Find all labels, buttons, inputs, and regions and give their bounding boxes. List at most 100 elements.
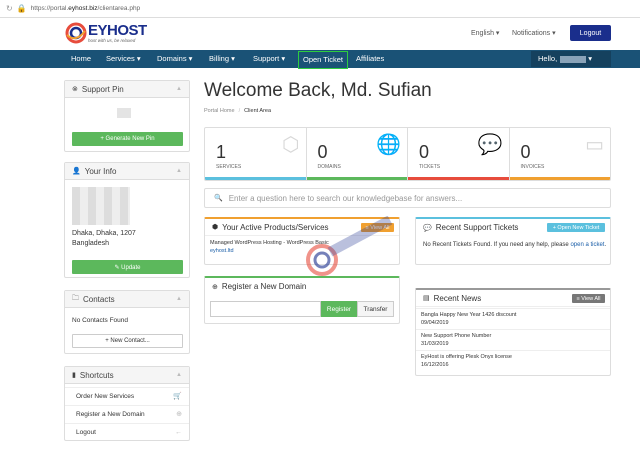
product-item-domain[interactable]: eyhost.ltd [210,248,234,254]
stat-invoices[interactable]: 0 INVOICES ▭ [509,128,610,180]
ticket-link[interactable]: ticket [590,242,604,248]
transfer-button[interactable]: Transfer [357,301,394,317]
folder-icon: 🗀 [72,294,79,302]
your-info-header[interactable]: 👤 Your Info ▲ [65,163,189,180]
no-contacts-text: No Contacts Found [72,317,129,324]
breadcrumb: Portal Home / Client Area [204,108,272,114]
stat-domains-bar [306,177,407,180]
shortcuts-header[interactable]: ▮ Shortcuts ▲ [65,367,189,384]
country-line: Bangladesh [72,240,109,247]
logo-tagline: host with us, be relaxed [88,38,136,43]
lock-icon: 🔒 [16,4,27,13]
globe-icon: ⊕ [176,411,182,418]
update-info-button[interactable]: ✎ Update [72,260,183,274]
news-item[interactable]: Bangla Happy New Year 1426 discount 09/0… [416,308,610,330]
language-selector[interactable]: English ▾ [471,29,499,37]
shortcut-logout[interactable]: Logout ← [65,423,189,441]
recent-news-title: Recent News [433,293,482,303]
address-line: Dhaka, Dhaka, 1207 [72,230,136,237]
stat-services-value: 1 [216,142,227,162]
stat-domains[interactable]: 0 DOMAINS 🌐 [306,128,408,180]
globe-icon: ⊕ [212,283,218,291]
product-item-name[interactable]: Managed WordPress Hosting - WordPress Ba… [210,240,329,246]
stat-invoices-bar [509,177,610,180]
nav-support[interactable]: Support ▾ [253,50,285,68]
close-circle-icon: ⊗ [72,86,78,93]
news-title: Bangla Happy New Year 1426 discount [421,312,517,318]
notifications-menu[interactable]: Notifications ▾ [512,29,556,37]
nav-affiliates[interactable]: Affiliates [356,50,384,68]
cube-icon: ⬢ [212,224,219,231]
support-pin-header[interactable]: ⊗ Support Pin ▲ [65,81,189,98]
cart-icon: 🛒 [173,393,182,400]
nav-home[interactable]: Home [71,50,91,68]
your-info-panel: 👤 Your Info ▲ Dhaka, Dhaka, 1207 Banglad… [64,162,190,278]
kb-search-input[interactable]: 🔍 Enter a question here to search our kn… [204,188,611,208]
breadcrumb-client-area: Client Area [244,108,272,114]
open-new-ticket-button[interactable]: + Open New Ticket [547,223,605,232]
logout-button[interactable]: Logout [570,25,611,41]
nav-services[interactable]: Services ▾ [106,50,141,68]
breadcrumb-portal-home[interactable]: Portal Home [204,108,235,114]
news-date: 31/03/2019 [421,340,449,347]
reload-icon[interactable]: ↻ [6,4,13,13]
url-text[interactable]: https://portal.eyhost.biz/clientarea.php [31,5,141,12]
chevron-up-icon[interactable]: ▲ [176,86,182,92]
shortcuts-title: Shortcuts [79,370,114,380]
news-item[interactable]: EyHost is offering Plesk Onyx license 16… [416,350,610,372]
logo-text: EYHOST [88,22,147,39]
no-tickets-text: No Recent Tickets Found. If you need any… [423,242,607,248]
stat-services-label: SERVICES [216,164,242,170]
news-date: 09/04/2019 [421,319,449,326]
globe-icon: 🌐 [376,134,401,156]
stat-domains-label: DOMAINS [317,164,341,170]
redacted-username [560,55,587,63]
open-ticket-link[interactable]: open a [570,242,588,248]
shortcut-order-services[interactable]: Order New Services 🛒 [65,387,189,405]
cube-icon: ⬡ [282,134,300,156]
stat-tickets[interactable]: 0 TICKETS 💬 [408,128,510,180]
register-domain-header: ⊕ Register a New Domain [205,278,399,295]
generate-pin-button[interactable]: + Generate New Pin [72,132,183,146]
contacts-panel: 🗀 Contacts ▲ No Contacts Found + New Con… [64,290,190,354]
support-pin-panel: ⊗ Support Pin ▲ + Generate New Pin [64,80,190,152]
chevron-up-icon[interactable]: ▲ [176,168,182,174]
bookmark-icon: ▮ [72,372,76,379]
eyhost-logo[interactable]: EYHOST host with us, be relaxed [64,21,156,45]
recent-news-panel: ▤ Recent News ≡ View All Bangla Happy Ne… [415,288,611,376]
stat-tickets-label: TICKETS [419,164,441,170]
comments-icon: 💬 [477,134,503,156]
shortcut-register-domain[interactable]: Register a New Domain ⊕ [65,405,189,423]
chevron-up-icon[interactable]: ▲ [176,372,182,378]
domain-input[interactable] [210,301,321,317]
contacts-header[interactable]: 🗀 Contacts ▲ [65,291,189,308]
nav-billing[interactable]: Billing ▾ [209,50,235,68]
arrow-left-icon: ← [175,429,182,436]
browser-address-bar[interactable]: ↻ 🔒 https://portal.eyhost.biz/clientarea… [0,0,640,18]
news-date: 16/12/2016 [421,361,449,368]
search-icon: 🔍 [214,195,223,202]
user-menu[interactable]: Hello, ▾ [531,51,611,67]
stats-row: 1 SERVICES ⬡ 0 DOMAINS 🌐 0 TICKETS 💬 0 I… [204,127,611,181]
news-view-all-button[interactable]: ≡ View All [572,294,605,303]
products-view-all-button[interactable]: ≡ View All [361,223,394,232]
comments-icon: 💬 [423,224,432,232]
chevron-up-icon[interactable]: ▲ [176,296,182,302]
news-title: New Support Phone Number [421,333,492,339]
stat-services[interactable]: 1 SERVICES ⬡ [205,128,307,180]
nav-open-ticket[interactable]: Open Ticket [298,51,349,69]
stat-tickets-value: 0 [419,142,430,162]
news-item[interactable]: New Support Phone Number 31/03/2019 [416,329,610,351]
newspaper-icon: ▤ [423,295,430,302]
register-button[interactable]: Register [321,301,357,317]
page-title: Welcome Back, Md. Sufian [204,80,432,101]
stat-services-bar [205,177,306,180]
nav-domains[interactable]: Domains ▾ [157,50,192,68]
register-domain-panel: ⊕ Register a New Domain Register Transfe… [204,276,400,324]
stat-invoices-value: 0 [520,142,531,162]
new-contact-button[interactable]: + New Contact... [72,334,183,348]
kb-search-placeholder: Enter a question here to search our know… [228,193,463,203]
redacted-name [72,187,130,225]
redacted-pin [117,108,131,118]
support-pin-title: Support Pin [81,84,124,94]
